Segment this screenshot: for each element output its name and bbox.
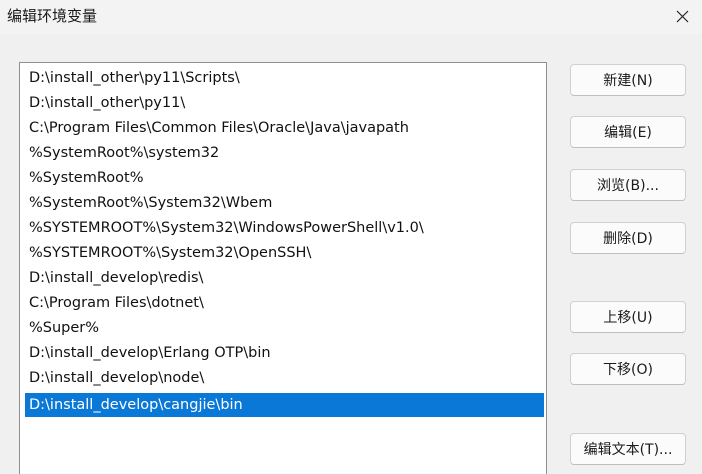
list-item[interactable]: %Super% <box>25 316 544 340</box>
new-button[interactable]: 新建(N) <box>570 64 686 96</box>
edit-button[interactable]: 编辑(E) <box>570 116 686 148</box>
close-icon <box>676 10 688 22</box>
list-item[interactable]: D:\install_develop\Erlang OTP\bin <box>25 341 544 365</box>
window-title: 编辑环境变量 <box>7 7 98 25</box>
list-item[interactable]: %SystemRoot% <box>25 166 544 190</box>
list-item[interactable]: %SYSTEMROOT%\System32\WindowsPowerShell\… <box>25 216 544 240</box>
list-item-selected[interactable]: D:\install_develop\cangjie\bin <box>25 393 544 417</box>
list-item[interactable]: C:\Program Files\Common Files\Oracle\Jav… <box>25 116 544 140</box>
move-up-button[interactable]: 上移(U) <box>570 301 686 333</box>
list-item[interactable]: D:\install_develop\node\ <box>25 366 544 390</box>
list-item[interactable]: %SYSTEMROOT%\System32\OpenSSH\ <box>25 241 544 265</box>
list-item[interactable]: D:\install_other\py11\Scripts\ <box>25 66 544 90</box>
browse-button[interactable]: 浏览(B)... <box>570 169 686 201</box>
close-button[interactable] <box>662 0 702 32</box>
delete-button[interactable]: 删除(D) <box>570 222 686 254</box>
edit-text-button[interactable]: 编辑文本(T)... <box>570 433 686 465</box>
list-item[interactable]: D:\install_develop\redis\ <box>25 266 544 290</box>
title-bar: 编辑环境变量 <box>0 0 702 34</box>
list-item[interactable]: %SystemRoot%\system32 <box>25 141 544 165</box>
move-down-button[interactable]: 下移(O) <box>570 353 686 385</box>
list-item[interactable]: D:\install_other\py11\ <box>25 91 544 115</box>
list-item[interactable]: %SystemRoot%\System32\Wbem <box>25 191 544 215</box>
path-list[interactable]: D:\install_other\py11\Scripts\ D:\instal… <box>19 62 547 474</box>
list-item[interactable]: C:\Program Files\dotnet\ <box>25 291 544 315</box>
